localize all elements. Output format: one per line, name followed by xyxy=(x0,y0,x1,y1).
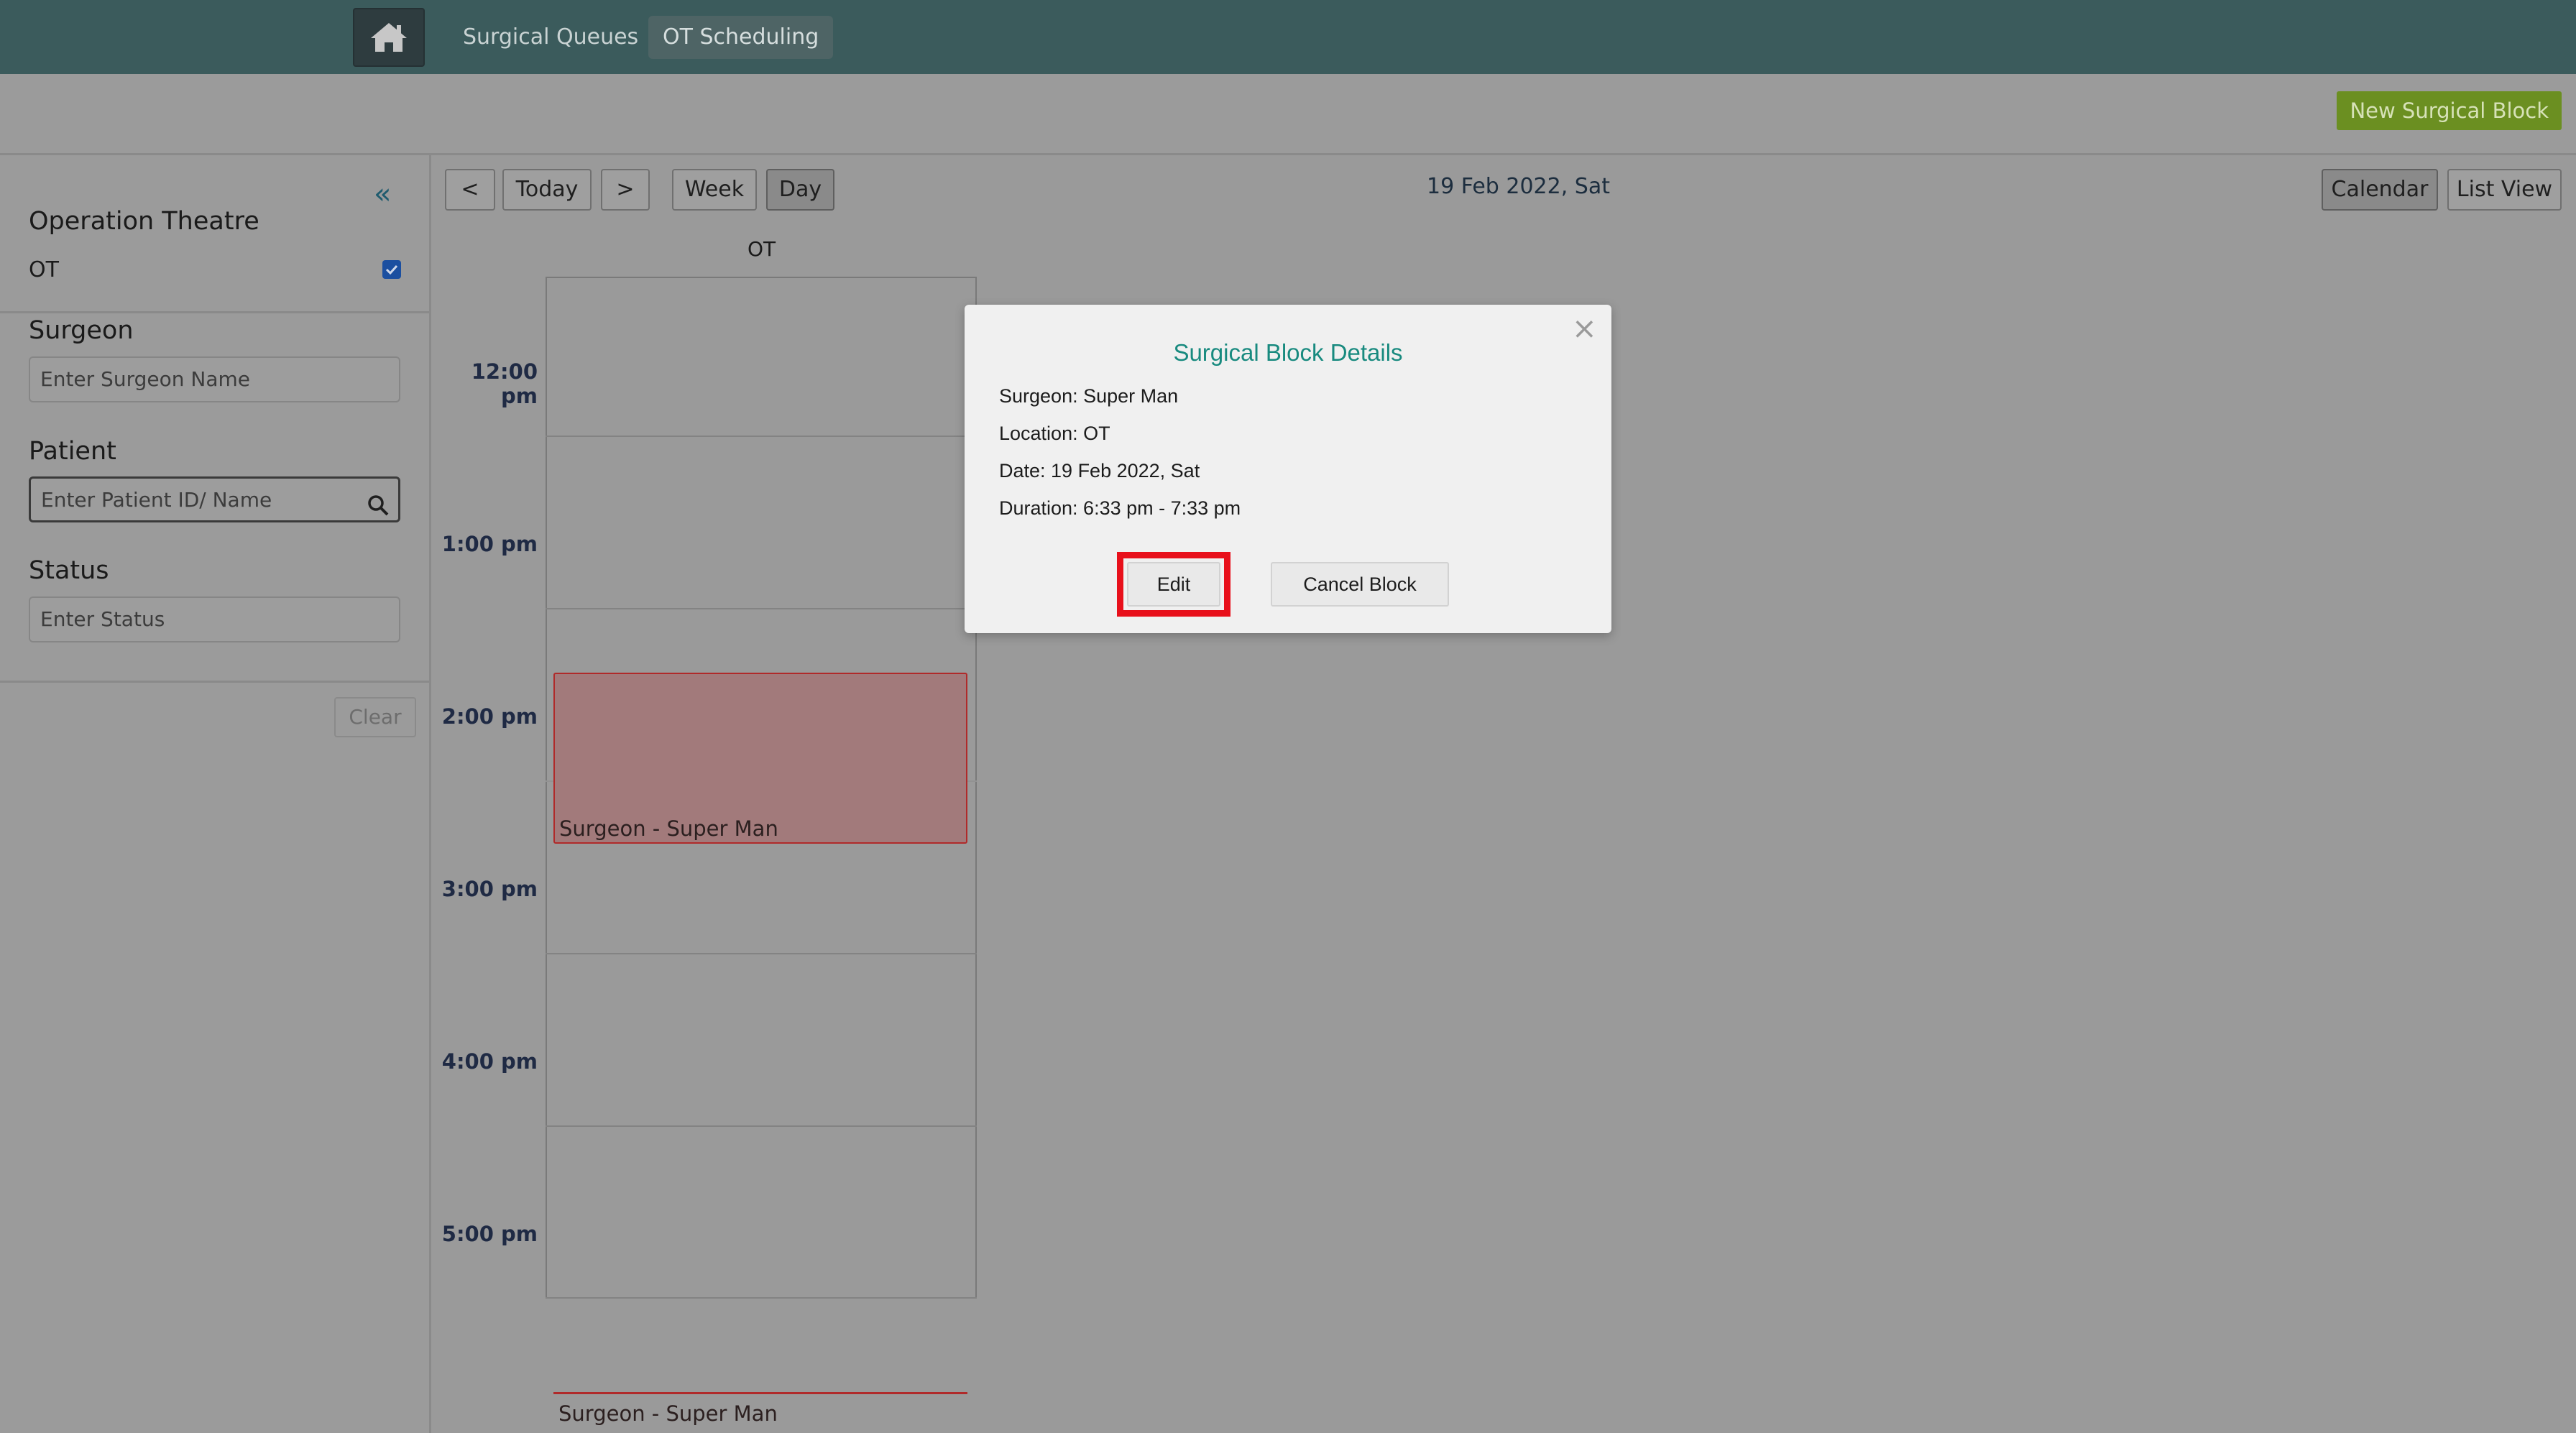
surgeon-heading: Surgeon xyxy=(29,316,134,345)
filter-sidebar: « Operation Theatre OT Surgeon Enter Sur… xyxy=(0,155,431,1433)
top-nav: Surgical Queues OT Scheduling xyxy=(0,0,2576,74)
event-label[interactable]: Surgeon - Super Man xyxy=(558,1401,778,1426)
grid-line xyxy=(546,953,977,954)
patient-heading: Patient xyxy=(29,437,116,466)
sidebar-divider-bottom xyxy=(0,681,429,683)
time-label: 4:00 pm xyxy=(441,1049,538,1074)
day-view-button[interactable]: Day xyxy=(766,169,834,211)
grid-line xyxy=(546,1297,977,1299)
time-label: 3:00 pm xyxy=(441,877,538,901)
double-chevron-left-icon[interactable]: « xyxy=(374,180,391,208)
time-label: 12:00 pm xyxy=(471,359,538,408)
time-label: 1:00 pm xyxy=(441,532,538,556)
modal-date: Date: 19 Feb 2022, Sat xyxy=(999,460,1200,481)
grid-line xyxy=(546,608,977,609)
search-icon[interactable] xyxy=(367,489,390,516)
operation-theatre-heading: Operation Theatre xyxy=(29,207,259,236)
home-icon xyxy=(371,23,407,52)
cancel-block-button[interactable]: Cancel Block xyxy=(1271,562,1449,607)
ot-column-header: OT xyxy=(748,237,776,261)
status-heading: Status xyxy=(29,556,109,585)
app-page: Surgical Queues OT Scheduling New Surgic… xyxy=(0,0,2576,1433)
modal-title: Surgical Block Details xyxy=(1173,339,1403,366)
surgical-block-details-modal: × Surgical Block Details Surgeon: Super … xyxy=(965,305,1611,633)
patient-input-placeholder: Enter Patient ID/ Name xyxy=(41,488,272,512)
week-view-button[interactable]: Week xyxy=(672,169,757,211)
surgical-block-event[interactable] xyxy=(553,1392,967,1394)
action-bar: New Surgical Block xyxy=(0,74,2576,155)
time-label: 5:00 pm xyxy=(441,1222,538,1246)
surgeon-search-input[interactable]: Enter Surgeon Name xyxy=(29,356,400,402)
edit-button-highlight xyxy=(1117,552,1230,617)
calendar-view-button[interactable]: Calendar xyxy=(2322,169,2438,211)
modal-location: Location: OT xyxy=(999,423,1110,444)
current-date-label: 19 Feb 2022, Sat xyxy=(1427,174,1610,199)
ot-filter-label: OT xyxy=(29,257,59,282)
ot-checkbox[interactable] xyxy=(382,260,401,279)
home-button[interactable] xyxy=(353,8,425,67)
grid-line xyxy=(546,436,977,437)
next-button[interactable]: > xyxy=(601,169,650,211)
nav-surgical-queues[interactable]: Surgical Queues xyxy=(448,16,653,59)
new-surgical-block-button[interactable]: New Surgical Block xyxy=(2337,91,2562,130)
surgical-block-event[interactable]: Surgeon - Super Man xyxy=(553,673,967,844)
today-button[interactable]: Today xyxy=(502,169,592,211)
modal-duration: Duration: 6:33 pm - 7:33 pm xyxy=(999,497,1241,519)
nav-ot-scheduling[interactable]: OT Scheduling xyxy=(648,16,834,59)
time-label: 2:00 pm xyxy=(441,704,538,729)
clear-button[interactable]: Clear xyxy=(334,697,416,737)
status-search-input[interactable]: Enter Status xyxy=(29,596,400,642)
grid-line xyxy=(546,1125,977,1127)
list-view-button[interactable]: List View xyxy=(2447,169,2562,211)
event-label: Surgeon - Super Man xyxy=(559,816,778,841)
checkmark-icon xyxy=(385,264,398,275)
sidebar-divider xyxy=(0,311,429,313)
patient-search-input[interactable]: Enter Patient ID/ Name xyxy=(29,476,400,522)
prev-button[interactable]: < xyxy=(445,169,495,211)
modal-surgeon: Surgeon: Super Man xyxy=(999,385,1179,407)
